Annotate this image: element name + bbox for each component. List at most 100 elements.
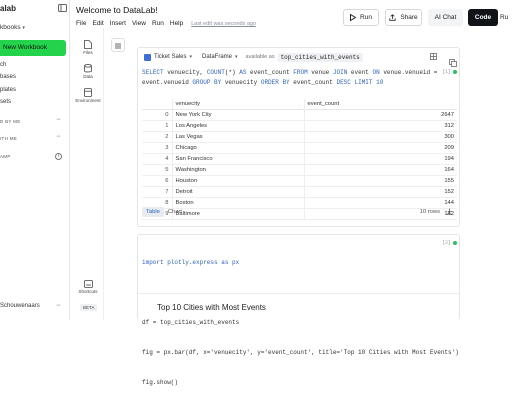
rail-files[interactable]: Files bbox=[72, 40, 104, 55]
new-workbook-button[interactable]: New Workbook bbox=[0, 40, 66, 56]
sidebar-item-templates[interactable]: plates bbox=[0, 87, 16, 93]
last-edit-status[interactable]: Last edit was seconds ago bbox=[191, 21, 256, 27]
tab-chart[interactable]: Chart bbox=[164, 207, 186, 217]
menu-file[interactable]: File bbox=[76, 20, 86, 27]
workbook-title[interactable]: Welcome to DataLab! bbox=[76, 5, 158, 15]
cell-venuecity[interactable]: San Francisco bbox=[171, 153, 304, 165]
download-icon[interactable] bbox=[446, 208, 453, 217]
sidebar-item-databases[interactable]: bases bbox=[0, 74, 16, 80]
sql-query-line-2[interactable]: event.venueid GROUP BY venuecity ORDER B… bbox=[142, 78, 383, 88]
python-cell[interactable]: import plotly.express as px df = top_cit… bbox=[137, 234, 460, 386]
cell-event-count[interactable]: 164 bbox=[303, 164, 457, 176]
row-index: 4 bbox=[142, 153, 172, 165]
available-as-label: available as bbox=[245, 54, 275, 60]
cell-venuecity[interactable]: Washington bbox=[171, 164, 304, 176]
outline-toggle-button[interactable] bbox=[111, 38, 125, 52]
sql-cell-toolbar: Ticket Sales ▾ DataFrame ▾ available as … bbox=[138, 48, 459, 66]
dataframe-name-field[interactable]: top_cities_with_events bbox=[277, 52, 363, 62]
run-button[interactable]: Run bbox=[343, 9, 379, 26]
menu-run[interactable]: Run bbox=[152, 20, 164, 27]
database-icon bbox=[84, 64, 92, 73]
menu-help[interactable]: Help bbox=[170, 20, 183, 27]
table-row[interactable]: 0 New York City 2647 bbox=[142, 109, 457, 121]
table-row[interactable]: 1 Los Angeles 312 bbox=[142, 120, 457, 132]
output-type-select[interactable]: DataFrame ▾ bbox=[202, 54, 238, 60]
table-row[interactable]: 4 San Francisco 194 bbox=[142, 153, 457, 165]
data-source-select[interactable]: Ticket Sales ▾ bbox=[144, 53, 192, 61]
ai-chat-label: AI Chat bbox=[434, 14, 457, 21]
column-menu-icon[interactable]: ... bbox=[451, 103, 454, 107]
user-menu-icon[interactable]: ··· bbox=[56, 302, 61, 309]
row-index: 3 bbox=[142, 142, 172, 154]
plot-title: Top 10 Cities with Most Events bbox=[157, 303, 266, 312]
chevron-down-icon: ▾ bbox=[235, 54, 238, 60]
cell-event-count[interactable]: 300 bbox=[303, 131, 457, 143]
cell-venuecity[interactable]: Chicago bbox=[171, 142, 304, 154]
row-index: 6 bbox=[142, 175, 172, 187]
cell-event-count[interactable]: 152 bbox=[303, 186, 457, 198]
menu-view[interactable]: View bbox=[132, 20, 146, 27]
column-header-venuecity[interactable]: venuecity... bbox=[171, 99, 304, 110]
cell-venuecity[interactable]: Las Vegas bbox=[171, 131, 304, 143]
cell-event-count[interactable]: 194 bbox=[303, 153, 457, 165]
user-name[interactable]: Schouwenaars bbox=[0, 303, 40, 309]
index-header bbox=[142, 99, 172, 110]
run-mode-label: Ru bbox=[500, 14, 509, 21]
column-header-event-count[interactable]: event_count... bbox=[303, 99, 457, 110]
python-code-editor[interactable]: import plotly.express as px df = top_cit… bbox=[142, 238, 459, 408]
table-row[interactable]: 6 Houston 155 bbox=[142, 175, 457, 187]
cell-event-count[interactable]: 2647 bbox=[303, 109, 457, 121]
section-shared-with-me[interactable]: ITH ME bbox=[0, 136, 17, 141]
sidebar-item-datasets[interactable]: sets bbox=[0, 99, 11, 105]
cell-event-count[interactable]: 312 bbox=[303, 120, 457, 132]
rail-data[interactable]: Data bbox=[72, 64, 104, 79]
table-view-icon[interactable] bbox=[430, 52, 437, 62]
share-button[interactable]: Share bbox=[385, 9, 422, 26]
table-header-row: venuecity... event_count... bbox=[142, 99, 457, 110]
ai-chat-button[interactable]: AI Chat bbox=[428, 9, 463, 26]
cell-execution-index: [1] bbox=[442, 69, 452, 75]
result-table[interactable]: venuecity... event_count... 0 New York Ci… bbox=[142, 99, 457, 220]
section-created-by-me[interactable]: D BY ME bbox=[0, 119, 21, 124]
section-bootcamp[interactable]: AMP bbox=[0, 154, 11, 159]
more-options-icon[interactable]: ··· bbox=[56, 133, 61, 140]
info-icon[interactable]: i bbox=[55, 153, 62, 160]
rail-environment[interactable]: Environment bbox=[72, 88, 104, 103]
database-icon bbox=[144, 53, 151, 61]
cell-status-indicator bbox=[453, 241, 457, 245]
workbooks-label: kbooks bbox=[0, 24, 21, 31]
collapse-sidebar-icon[interactable] bbox=[58, 4, 67, 14]
table-row[interactable]: 2 Las Vegas 300 bbox=[142, 131, 457, 143]
rail-environment-label: Environment bbox=[75, 98, 101, 103]
sql-query-text: event.venueid GROUP BY venuecity ORDER B… bbox=[142, 79, 384, 86]
column-menu-icon[interactable]: ... bbox=[298, 103, 301, 107]
cell-event-count[interactable]: 209 bbox=[303, 142, 457, 154]
code-line: import plotly.express as px bbox=[142, 258, 459, 268]
share-label: Share bbox=[400, 14, 418, 21]
tab-table[interactable]: Table bbox=[142, 207, 164, 217]
sql-cell[interactable]: Ticket Sales ▾ DataFrame ▾ available as … bbox=[137, 47, 460, 227]
workspace-sidebar: alab kbooks ▾ New Workbook ch bases plat… bbox=[0, 0, 70, 320]
table-row[interactable]: 5 Washington 164 bbox=[142, 164, 457, 176]
rail-shortcuts[interactable]: Shortcuts bbox=[72, 280, 104, 294]
cell-event-count[interactable]: 155 bbox=[303, 175, 457, 187]
cell-venuecity[interactable]: Houston bbox=[171, 175, 304, 187]
cell-venuecity[interactable]: Los Angeles bbox=[171, 120, 304, 132]
sidebar-item-search[interactable]: ch bbox=[0, 62, 6, 68]
code-text: import plotly.express as px bbox=[142, 259, 240, 266]
cell-venuecity[interactable]: New York City bbox=[171, 109, 304, 121]
keyboard-icon bbox=[83, 280, 93, 288]
menu-edit[interactable]: Edit bbox=[92, 20, 103, 27]
icon-rail: Files Data Environment Shortcuts BETA bbox=[72, 28, 104, 320]
table-row[interactable]: 7 Detroit 152 bbox=[142, 186, 457, 198]
rail-shortcuts-label: Shortcuts bbox=[78, 289, 98, 294]
more-options-icon[interactable]: ··· bbox=[56, 116, 61, 123]
menu-insert[interactable]: Insert bbox=[110, 20, 126, 27]
app-logo[interactable]: alab bbox=[0, 4, 16, 13]
run-mode-tab[interactable]: Ru bbox=[500, 9, 512, 26]
table-row[interactable]: 3 Chicago 209 bbox=[142, 142, 457, 154]
sql-query-line-1[interactable]: SELECT venuecity, COUNT(*) AS event_coun… bbox=[142, 68, 437, 78]
code-mode-button[interactable]: Code bbox=[468, 9, 498, 26]
cell-venuecity[interactable]: Detroit bbox=[171, 186, 304, 198]
workbooks-dropdown[interactable]: kbooks ▾ bbox=[0, 24, 25, 31]
